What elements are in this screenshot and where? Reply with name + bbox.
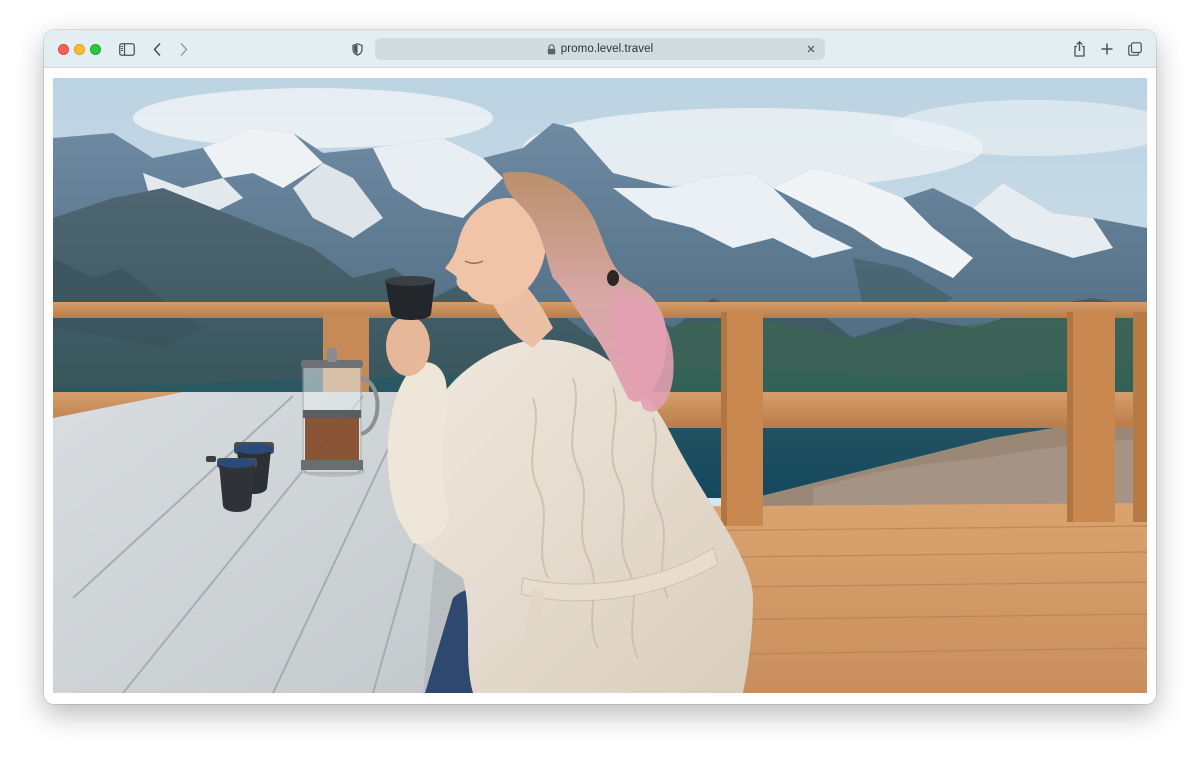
url-text: promo.level.travel [560,43,654,55]
share-icon[interactable] [1070,39,1088,59]
tab-overview-icon[interactable] [1126,40,1144,58]
close-window-button[interactable] [58,44,69,55]
sidebar-icon[interactable] [118,40,136,58]
browser-toolbar: promo.level.travel [44,30,1156,68]
page-content [44,69,1156,704]
hero-image [53,78,1147,693]
plus-icon[interactable] [1098,40,1116,58]
minimize-window-button[interactable] [74,44,85,55]
browser-window: promo.level.travel [44,30,1156,704]
lock-icon [547,43,556,55]
chevron-right-icon[interactable] [177,40,191,58]
close-icon[interactable] [803,41,819,57]
zoom-window-button[interactable] [90,44,101,55]
chevron-left-icon[interactable] [150,40,164,58]
address-bar[interactable]: promo.level.travel [375,38,825,60]
shield-icon[interactable] [349,40,365,58]
